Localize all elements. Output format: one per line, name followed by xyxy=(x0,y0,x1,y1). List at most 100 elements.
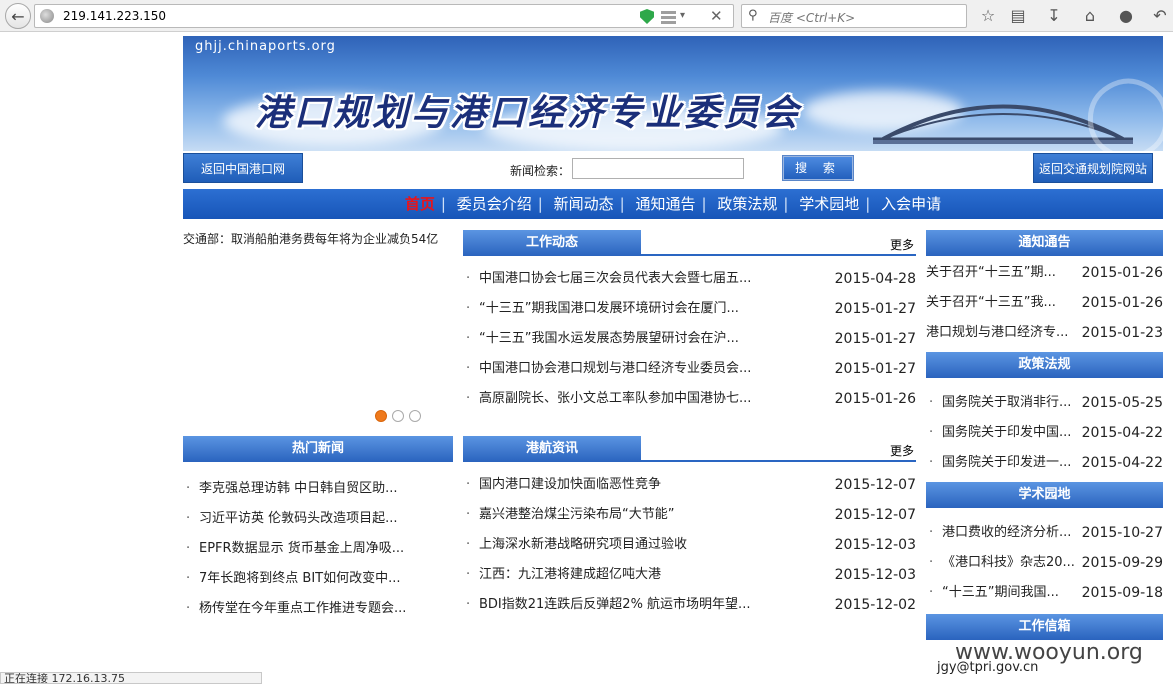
list-item[interactable]: · 国务院关于印发中国... 2015-04-22 xyxy=(926,418,1163,448)
close-icon[interactable]: ✕ xyxy=(710,7,723,25)
item-title[interactable]: 杨传堂在今年重点工作推进专题会... xyxy=(199,594,449,624)
list-item[interactable]: · 江西：九江港将建成超亿吨大港 2015-12-03 xyxy=(463,560,916,590)
nav-notices[interactable]: 通知通告 xyxy=(631,189,699,219)
item-title[interactable]: “十三五”期间我国... xyxy=(942,578,1082,608)
port-news-tab[interactable]: 港航资讯 xyxy=(463,436,641,462)
list-item[interactable]: 港口规划与港口经济专... 2015-01-23 xyxy=(926,318,1163,348)
slider-dot-2[interactable] xyxy=(392,410,404,422)
contact-email[interactable]: jgy@tpri.gov.cn xyxy=(937,660,1038,675)
list-item[interactable]: · 李克强总理访韩 中日韩自贸区助... xyxy=(183,474,453,504)
item-title[interactable]: 国务院关于印发进一... xyxy=(942,448,1082,478)
list-item[interactable]: · 上海深水新港战略研究项目通过验收 2015-12-03 xyxy=(463,530,916,560)
star-icon[interactable]: ☆ xyxy=(978,6,998,26)
item-title[interactable]: 关于召开“十三五”我... xyxy=(926,288,1078,318)
work-mailbox-header[interactable]: 工作信箱 xyxy=(926,614,1163,640)
news-search-input[interactable] xyxy=(572,158,744,179)
item-title[interactable]: 中国港口协会港口规划与港口经济专业委员会... xyxy=(479,354,789,384)
list-item[interactable]: 关于召开“十三五”期... 2015-01-26 xyxy=(926,258,1163,288)
status-bar: 正在连接 172.16.13.75 xyxy=(0,672,262,684)
item-title[interactable]: 李克强总理访韩 中日韩自贸区助... xyxy=(199,474,449,504)
bullet: · xyxy=(466,391,471,406)
nav-policy[interactable]: 政策法规 xyxy=(713,189,781,219)
item-title[interactable]: “十三五”我国水运发展态势展望研讨会在沪... xyxy=(479,324,789,354)
work-news-panel: 工作动态 更多 · 中国港口协会七届三次会员代表大会暨七届五... 2015-04-… xyxy=(463,230,916,414)
item-date: 2015-09-29 xyxy=(1081,555,1163,571)
item-date: 2015-01-27 xyxy=(834,301,916,317)
item-title[interactable]: 《港口科技》杂志20... xyxy=(942,548,1082,578)
list-item[interactable]: · 中国港口协会港口规划与港口经济专业委员会... 2015-01-27 xyxy=(463,354,916,384)
item-title[interactable]: 港口费收的经济分析... xyxy=(942,518,1082,548)
nav-join[interactable]: 入会申请 xyxy=(877,189,945,219)
item-title[interactable]: 高原副院长、张小文总工率队参加中国港协七... xyxy=(479,384,789,414)
slider-dot-3[interactable] xyxy=(409,410,421,422)
list-item[interactable]: · 嘉兴港整治煤尘污染布局“大节能” 2015-12-07 xyxy=(463,500,916,530)
bullet: · xyxy=(466,567,471,582)
chat-icon[interactable]: ● xyxy=(1116,6,1136,26)
nav-home[interactable]: 首页 xyxy=(401,189,439,219)
nav-committee-intro[interactable]: 委员会介绍 xyxy=(453,189,536,219)
bullet: · xyxy=(929,425,934,440)
list-item[interactable]: · “十三五”期间我国... 2015-09-18 xyxy=(926,578,1163,608)
url-bar[interactable]: 219.141.223.150 ▾ ✕ xyxy=(34,4,734,28)
item-title[interactable]: “十三五”期我国港口发展环境研讨会在厦门... xyxy=(479,294,789,324)
item-title[interactable]: 嘉兴港整治煤尘污染布局“大节能” xyxy=(479,500,789,530)
notices-header[interactable]: 通知通告 xyxy=(926,230,1163,256)
news-ticker[interactable]: 交通部：取消船舶港务费每年将为企业减负54亿 xyxy=(183,230,438,247)
list-item[interactable]: · 国内港口建设加快面临恶性竞争 2015-12-07 xyxy=(463,470,916,500)
search-button[interactable]: 搜 索 xyxy=(782,155,854,181)
browser-search-input[interactable]: ⚲ 百度 <Ctrl+K> xyxy=(741,4,967,28)
undo-icon[interactable]: ↶ xyxy=(1150,6,1170,26)
list-item[interactable]: · 《港口科技》杂志20... 2015-09-29 xyxy=(926,548,1163,578)
list-item[interactable]: · 国务院关于印发进一... 2015-04-22 xyxy=(926,448,1163,478)
item-title[interactable]: BDI指数21连跌后反弹超2% 航运市场明年望... xyxy=(479,590,789,620)
item-title[interactable]: 江西：九江港将建成超亿吨大港 xyxy=(479,560,789,590)
policy-header[interactable]: 政策法规 xyxy=(926,352,1163,378)
academic-header[interactable]: 学术园地 xyxy=(926,482,1163,508)
item-title[interactable]: 国务院关于取消非行... xyxy=(942,388,1082,418)
item-title[interactable]: EPFR数据显示 货币基金上周净吸... xyxy=(199,534,449,564)
bullet: · xyxy=(929,525,934,540)
list-item[interactable]: · 港口费收的经济分析... 2015-10-27 xyxy=(926,518,1163,548)
bullet: · xyxy=(929,455,934,470)
work-news-more-link[interactable]: 更多 xyxy=(890,236,914,253)
item-title[interactable]: 港口规划与港口经济专... xyxy=(926,318,1078,348)
list-item[interactable]: · 7年长跑将到终点 BIT如何改变中... xyxy=(183,564,453,594)
list-item[interactable]: · 习近平访英 伦敦码头改造项目起... xyxy=(183,504,453,534)
bullet: · xyxy=(466,301,471,316)
slider-dot-1[interactable] xyxy=(375,410,387,422)
list-item[interactable]: · 中国港口协会七届三次会员代表大会暨七届五... 2015-04-28 xyxy=(463,264,916,294)
back-to-traffic-institute-button[interactable]: 返回交通规划院网站 xyxy=(1033,153,1153,183)
home-icon[interactable]: ⌂ xyxy=(1080,6,1100,26)
item-title[interactable]: 关于召开“十三五”期... xyxy=(926,258,1078,288)
nav-academic[interactable]: 学术园地 xyxy=(795,189,863,219)
list-item[interactable]: · “十三五”我国水运发展态势展望研讨会在沪... 2015-01-27 xyxy=(463,324,916,354)
qr-code-icon[interactable] xyxy=(661,9,676,24)
item-title[interactable]: 上海深水新港战略研究项目通过验收 xyxy=(479,530,789,560)
item-title[interactable]: 7年长跑将到终点 BIT如何改变中... xyxy=(199,564,449,594)
list-item[interactable]: · 高原副院长、张小文总工率队参加中国港协七... 2015-01-26 xyxy=(463,384,916,414)
nav-separator: | xyxy=(865,195,871,213)
item-title[interactable]: 国内港口建设加快面临恶性竞争 xyxy=(479,470,789,500)
bullet: · xyxy=(466,361,471,376)
download-icon[interactable]: ↧ xyxy=(1044,6,1064,26)
list-item[interactable]: · EPFR数据显示 货币基金上周净吸... xyxy=(183,534,453,564)
back-button[interactable]: ← xyxy=(5,3,31,29)
work-news-tab[interactable]: 工作动态 xyxy=(463,230,641,256)
chevron-down-icon[interactable]: ▾ xyxy=(680,10,685,21)
list-item[interactable]: · “十三五”期我国港口发展环境研讨会在厦门... 2015-01-27 xyxy=(463,294,916,324)
hot-news-header[interactable]: 热门新闻 xyxy=(183,436,453,462)
port-news-more-link[interactable]: 更多 xyxy=(890,442,914,459)
list-item[interactable]: · 杨传堂在今年重点工作推进专题会... xyxy=(183,594,453,624)
item-title[interactable]: 中国港口协会七届三次会员代表大会暨七届五... xyxy=(479,264,789,294)
shield-icon[interactable] xyxy=(640,9,654,24)
item-title[interactable]: 习近平访英 伦敦码头改造项目起... xyxy=(199,504,449,534)
list-item[interactable]: 关于召开“十三五”我... 2015-01-26 xyxy=(926,288,1163,318)
list-item[interactable]: · BDI指数21连跌后反弹超2% 航运市场明年望... 2015-12-02 xyxy=(463,590,916,620)
nav-news[interactable]: 新闻动态 xyxy=(550,189,618,219)
item-title[interactable]: 国务院关于印发中国... xyxy=(942,418,1082,448)
list-item[interactable]: · 国务院关于取消非行... 2015-05-25 xyxy=(926,388,1163,418)
clipboard-icon[interactable]: ▤ xyxy=(1008,6,1028,26)
url-text: 219.141.223.150 xyxy=(63,9,167,23)
back-to-chinaports-button[interactable]: 返回中国港口网 xyxy=(183,153,303,183)
item-date: 2015-12-07 xyxy=(834,477,916,493)
